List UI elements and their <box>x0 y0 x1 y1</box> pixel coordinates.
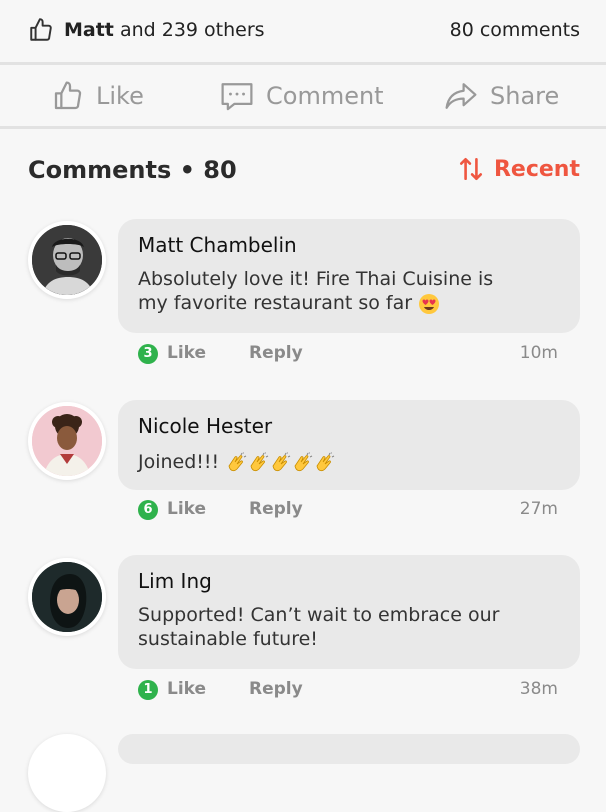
comment-text-line: my favorite restaurant so far <box>138 291 558 315</box>
sort-arrows-icon <box>459 157 483 181</box>
comments-heading: Comments • 80 <box>28 156 237 184</box>
share-button-label: Share <box>490 82 560 110</box>
like-button-label: Like <box>96 82 144 110</box>
thumbs-up-icon <box>30 18 52 41</box>
comment-bubble <box>118 734 580 764</box>
comment-text-line: Absolutely love it! Fire Thai Cuisine is <box>138 268 494 290</box>
sort-button[interactable]: Recent <box>458 156 580 182</box>
comment-like-button[interactable]: Like <box>167 499 206 519</box>
commenter-name[interactable]: Matt Chambelin <box>138 233 297 257</box>
clapping-hands-icon <box>316 451 335 471</box>
comment-timestamp: 38m <box>519 679 558 699</box>
avatar-photo <box>32 225 102 295</box>
divider <box>0 126 606 129</box>
comment-meta: 3 Like Reply 10m <box>138 343 558 367</box>
commenter-name[interactable]: Lim Ing <box>138 569 212 593</box>
divider <box>0 62 606 65</box>
comment-bubble: Nicole Hester Joined!!! <box>118 400 580 490</box>
comment-like-button[interactable]: Like <box>167 679 206 699</box>
share-icon <box>445 83 477 109</box>
avatar-photo <box>32 406 102 476</box>
reaction-summary: Matt and 239 others 80 comments <box>0 0 606 64</box>
liker-name[interactable]: Matt <box>64 19 114 41</box>
avatar[interactable] <box>28 734 106 812</box>
like-count-badge: 6 <box>138 500 158 520</box>
clapping-hands-icon <box>250 451 269 471</box>
comment-count-link[interactable]: 80 comments <box>450 19 580 41</box>
comment-timestamp: 10m <box>519 343 558 363</box>
clapping-hands-emoji-group <box>225 451 335 473</box>
liker-rest: and 239 others <box>119 19 265 41</box>
share-button[interactable]: Share <box>444 79 559 113</box>
comment-timestamp: 27m <box>519 499 558 519</box>
avatar[interactable] <box>28 402 106 480</box>
comment-text: Joined!!! <box>138 450 558 474</box>
comment-meta: 6 Like Reply 27m <box>138 499 558 523</box>
like-button[interactable]: Like <box>52 79 144 113</box>
sort-label: Recent <box>493 156 580 182</box>
avatar-photo <box>32 562 102 632</box>
comment-icon <box>221 83 253 111</box>
comment-reply-button[interactable]: Reply <box>249 679 303 699</box>
thumbs-up-icon <box>54 81 82 110</box>
commenter-name[interactable]: Nicole Hester <box>138 414 272 438</box>
clapping-hands-icon <box>228 451 247 471</box>
avatar[interactable] <box>28 558 106 636</box>
heart-eyes-emoji-icon <box>419 293 440 314</box>
comment-meta: 1 Like Reply 38m <box>138 679 558 703</box>
like-count-badge: 1 <box>138 680 158 700</box>
comment-text: Supported! Can’t wait to embrace our sus… <box>138 603 558 651</box>
comment-button-label: Comment <box>266 82 384 110</box>
avatar[interactable] <box>28 221 106 299</box>
likers-text[interactable]: Matt and 239 others <box>64 19 265 41</box>
post-actions: Like Comment Share <box>0 66 606 126</box>
comment-text-line: Supported! Can’t wait to embrace our <box>138 604 500 626</box>
clapping-hands-icon <box>272 451 291 471</box>
comment-like-button[interactable]: Like <box>167 343 206 363</box>
comment-button[interactable]: Comment <box>220 79 384 113</box>
comment-text-line: sustainable future! <box>138 628 318 650</box>
comment-reply-button[interactable]: Reply <box>249 499 303 519</box>
comment-reply-button[interactable]: Reply <box>249 343 303 363</box>
like-count-badge: 3 <box>138 344 158 364</box>
comment-text: Absolutely love it! Fire Thai Cuisine is… <box>138 267 558 315</box>
comment-text-line: Joined!!! <box>138 451 220 473</box>
comment-bubble: Lim Ing Supported! Can’t wait to embrace… <box>118 555 580 669</box>
clapping-hands-icon <box>294 451 313 471</box>
comment-bubble: Matt Chambelin Absolutely love it! Fire … <box>118 219 580 333</box>
